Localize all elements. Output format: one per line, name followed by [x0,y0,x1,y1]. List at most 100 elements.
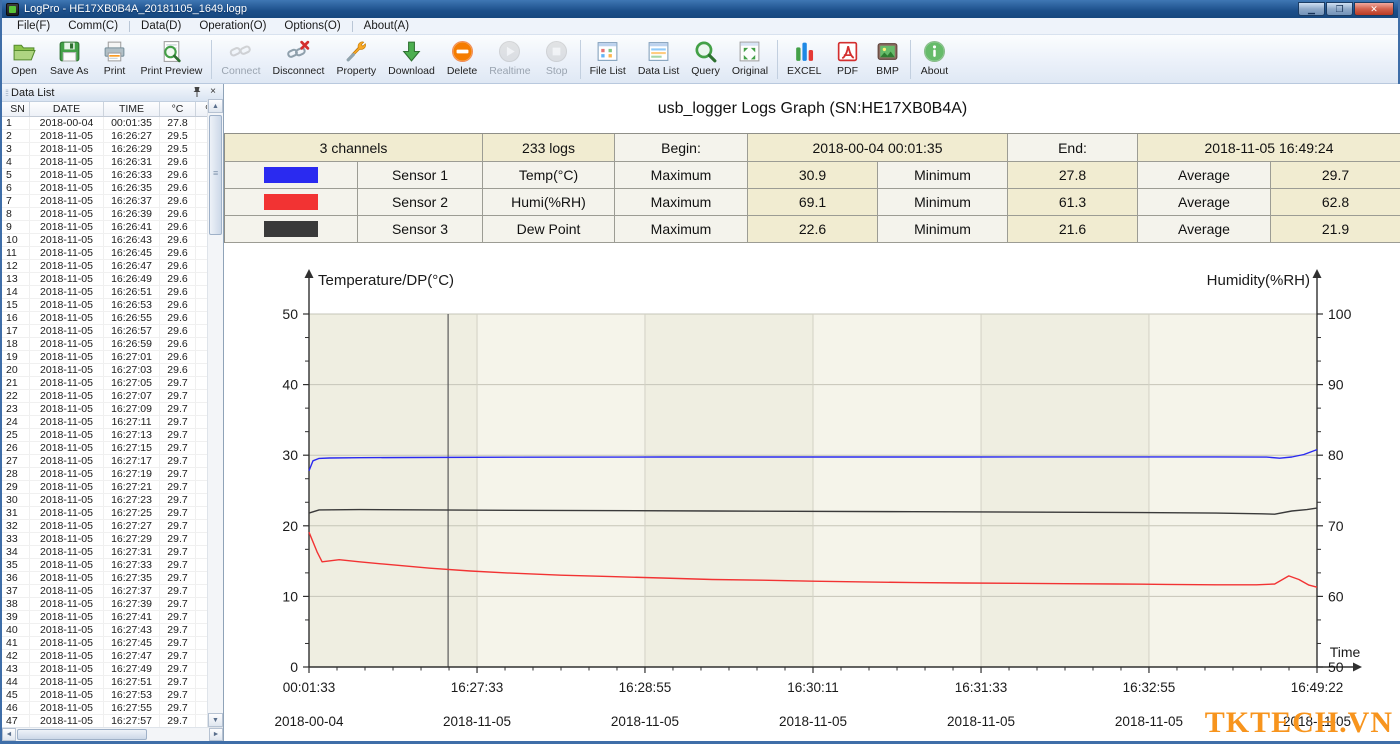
table-row[interactable]: 132018-11-0516:26:4929.6 [2,273,207,286]
table-row[interactable]: 332018-11-0516:27:2929.7 [2,533,207,546]
menu-item-file[interactable]: File(F) [8,18,59,35]
menu-item-about[interactable]: About(A) [355,18,418,35]
table-row[interactable]: 372018-11-0516:27:3729.7 [2,585,207,598]
disconnect-button[interactable]: Disconnect [267,36,331,83]
stat-label: Average [1138,189,1271,216]
table-row[interactable]: 302018-11-0516:27:2329.7 [2,494,207,507]
maximize-button[interactable]: ❐ [1326,2,1353,16]
horizontal-scrollbar[interactable]: ◄ ► [2,727,223,741]
bmp-button[interactable]: BMP [867,36,907,83]
property-button[interactable]: Property [330,36,382,83]
about-button[interactable]: About [914,36,954,83]
column-header-sn[interactable]: SN [2,102,30,116]
table-row[interactable]: 342018-11-0516:27:3129.7 [2,546,207,559]
table-row[interactable]: 322018-11-0516:27:2729.7 [2,520,207,533]
excel-button[interactable]: EXCEL [781,36,827,83]
table-row[interactable]: 272018-11-0516:27:1729.7 [2,455,207,468]
panel-close-icon[interactable]: × [206,86,220,99]
table-row[interactable]: 352018-11-0516:27:3329.7 [2,559,207,572]
table-row[interactable]: 122018-11-0516:26:4729.6 [2,260,207,273]
table-row[interactable]: 412018-11-0516:27:4529.7 [2,637,207,650]
menu-item-operation[interactable]: Operation(O) [190,18,275,35]
toolbar: OpenSave AsPrintPrint Preview Connect Disc… [2,35,1398,84]
close-button[interactable]: ✕ [1354,2,1394,16]
table-row[interactable]: 102018-11-0516:26:4329.6 [2,234,207,247]
table-row[interactable]: 262018-11-0516:27:1529.7 [2,442,207,455]
table-row[interactable]: 212018-11-0516:27:0529.7 [2,377,207,390]
table-row[interactable]: 402018-11-0516:27:4329.7 [2,624,207,637]
table-row[interactable]: 432018-11-0516:27:4929.7 [2,663,207,676]
table-cell: 29.6 [160,364,196,376]
table-row[interactable]: 462018-11-0516:27:5529.7 [2,702,207,715]
scroll-right-icon[interactable]: ► [209,728,223,741]
print-preview-button[interactable]: Print Preview [135,36,209,83]
table-row[interactable]: 182018-11-0516:26:5929.6 [2,338,207,351]
table-row[interactable]: 22018-11-0516:26:2729.5 [2,130,207,143]
pdf-button[interactable]: PDF [827,36,867,83]
table-row[interactable]: 42018-11-0516:26:3129.6 [2,156,207,169]
table-row[interactable]: 222018-11-0516:27:0729.7 [2,390,207,403]
table-row[interactable]: 82018-11-0516:26:3929.6 [2,208,207,221]
toolbar-button-label: File List [590,65,626,77]
toolbar-separator [211,40,212,79]
vertical-scrollbar[interactable]: ▲ ▼ [207,99,223,727]
table-cell: 2018-11-05 [30,299,104,311]
table-row[interactable]: 392018-11-0516:27:4129.7 [2,611,207,624]
table-row[interactable]: 192018-11-0516:27:0129.6 [2,351,207,364]
scroll-left-icon[interactable]: ◄ [2,728,16,741]
table-cell: 32 [2,520,30,532]
delete-button[interactable]: Delete [441,36,483,83]
table-row[interactable]: 62018-11-0516:26:3529.6 [2,182,207,195]
table-row[interactable]: 172018-11-0516:26:5729.6 [2,325,207,338]
column-header-date[interactable]: DATE [30,102,104,116]
x-tick-date-label: 2018-11-05 [1115,714,1183,729]
download-button[interactable]: Download [382,36,441,83]
table-row[interactable]: 312018-11-0516:27:2529.7 [2,507,207,520]
toolbar-button-label: Connect [221,65,260,77]
data-list-button[interactable]: Data List [632,36,685,83]
table-cell: 10 [2,234,30,246]
file-list-button[interactable]: File List [584,36,632,83]
table-row[interactable]: 242018-11-0516:27:1129.7 [2,416,207,429]
toolbar-button-label: PDF [837,65,858,77]
table-cell: 21 [2,377,30,389]
table-row[interactable]: 292018-11-0516:27:2129.7 [2,481,207,494]
table-row[interactable]: 252018-11-0516:27:1329.7 [2,429,207,442]
table-row[interactable]: 162018-11-0516:26:5529.6 [2,312,207,325]
table-row[interactable]: 452018-11-0516:27:5329.7 [2,689,207,702]
table-row[interactable]: 282018-11-0516:27:1929.7 [2,468,207,481]
menu-item-options[interactable]: Options(O) [275,18,349,35]
column-header-°c[interactable]: °C [160,102,196,116]
table-row[interactable]: 472018-11-0516:27:5729.7 [2,715,207,727]
table-row[interactable]: 422018-11-0516:27:4729.7 [2,650,207,663]
vertical-scroll-thumb[interactable] [209,115,222,235]
table-row[interactable]: 112018-11-0516:26:4529.6 [2,247,207,260]
minimize-button[interactable]: ▁ [1298,2,1325,16]
table-row[interactable]: 362018-11-0516:27:3529.7 [2,572,207,585]
scroll-up-icon[interactable]: ▲ [208,99,223,113]
table-row[interactable]: 32018-11-0516:26:2929.5 [2,143,207,156]
table-cell: 16:27:11 [104,416,160,428]
horizontal-scroll-thumb[interactable] [17,729,147,740]
table-row[interactable]: 72018-11-0516:26:3729.6 [2,195,207,208]
table-row[interactable]: 202018-11-0516:27:0329.6 [2,364,207,377]
query-button[interactable]: Query [685,36,726,83]
table-row[interactable]: 382018-11-0516:27:3929.7 [2,598,207,611]
table-row[interactable]: 232018-11-0516:27:0929.7 [2,403,207,416]
menu-item-comm[interactable]: Comm(C) [59,18,127,35]
table-row[interactable]: 52018-11-0516:26:3329.6 [2,169,207,182]
table-row[interactable]: 442018-11-0516:27:5129.7 [2,676,207,689]
table-row[interactable]: 92018-11-0516:26:4129.6 [2,221,207,234]
table-row[interactable]: 152018-11-0516:26:5329.6 [2,299,207,312]
table-row[interactable]: 12018-00-0400:01:3527.8 [2,117,207,130]
scroll-down-icon[interactable]: ▼ [208,713,223,727]
right-tick-label: 90 [1328,377,1344,393]
open-button[interactable]: Open [4,36,44,83]
pin-icon[interactable] [190,86,204,99]
menu-item-data[interactable]: Data(D) [132,18,190,35]
print-button[interactable]: Print [95,36,135,83]
table-row[interactable]: 142018-11-0516:26:5129.6 [2,286,207,299]
column-header-time[interactable]: TIME [104,102,160,116]
original-button[interactable]: Original [726,36,774,83]
save-as-button[interactable]: Save As [44,36,95,83]
